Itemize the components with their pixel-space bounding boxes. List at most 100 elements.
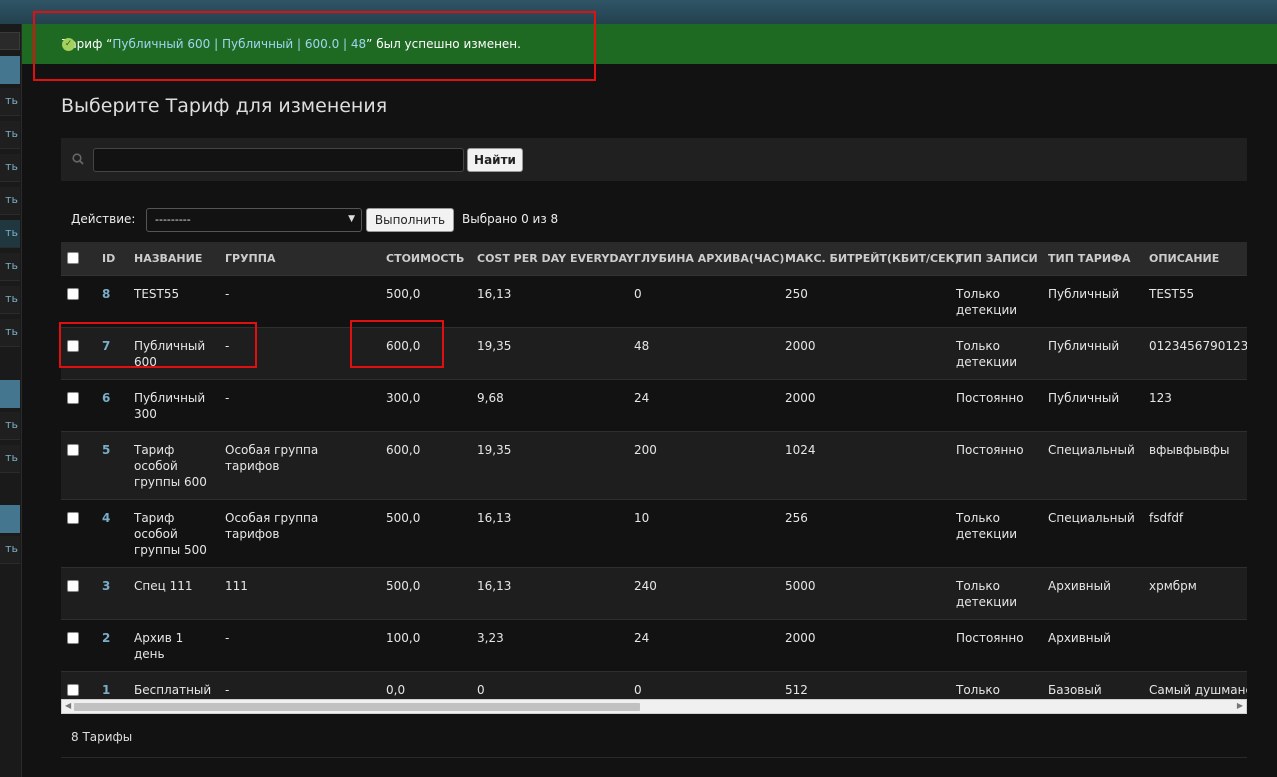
row-id-link[interactable]: 1 [102,683,110,697]
table-cell: 500,0 [380,275,471,328]
table-cell: Публичный [1042,275,1143,328]
results-table: ID НАЗВАНИЕ ГРУППА СТОИМОСТЬ COST PER DA… [61,242,1247,699]
row-checkbox[interactable] [67,443,79,456]
id-cell: 6 [96,379,128,432]
success-message: Тариф “Публичный 600 | Публичный | 600.0… [22,24,1277,64]
sidebar-item[interactable]: ть [0,286,20,314]
sidebar-item[interactable]: ть [0,412,20,440]
row-checkbox[interactable] [67,511,79,524]
table-row: 2 Архив 1 день - 100,0 3,23 24 2000 Пост… [61,619,1247,672]
sidebar-filter-input[interactable] [0,32,20,50]
sidebar-item-label: ть [5,259,18,272]
id-cell: 3 [96,567,128,620]
sidebar-item[interactable]: ть [0,154,20,182]
action-select[interactable]: --------- ▼ [146,208,362,232]
table-cell: 24 [628,619,779,672]
sidebar-item[interactable]: ть [0,187,20,215]
sidebar-item-active[interactable]: ть [0,220,20,248]
column-header[interactable]: ID [96,242,128,276]
sidebar-item[interactable]: ть [0,536,20,564]
table-cell: 0123456790123456790 [1143,327,1247,380]
table-cell: Специальный [1042,499,1143,568]
row-id-link[interactable]: 6 [102,391,110,405]
sidebar: ть ть ть ть ть ть ть ть ть ть ть [0,24,22,777]
row-checkbox[interactable] [67,683,79,696]
table-cell: Публичный [1042,379,1143,432]
row-id-link[interactable]: 5 [102,443,110,457]
selected-count: Выбрано 0 из 8 [462,212,559,226]
table-row: 4 Тариф особой группы 500 Особая группа … [61,499,1247,568]
search-icon [72,153,84,165]
sidebar-item[interactable]: ть [0,88,20,116]
table-cell: Тариф особой группы 500 [128,499,219,568]
scroll-right-icon[interactable]: ▶ [1237,701,1243,710]
table-cell: 600,0 [380,327,471,380]
scroll-left-icon[interactable]: ◀ [65,701,71,710]
search-button[interactable]: Найти [467,148,523,172]
column-header[interactable]: ТИП ЗАПИСИ [950,242,1042,276]
table-cell: 2000 [779,619,950,672]
column-header[interactable]: ОПИСАНИЕ [1143,242,1247,276]
row-select-cell [61,275,96,328]
scrollbar-thumb[interactable] [74,703,640,711]
table-cell: 19,35 [471,327,628,380]
sidebar-section-header [0,56,20,84]
row-checkbox[interactable] [67,339,79,352]
table-header-row: ID НАЗВАНИЕ ГРУППА СТОИМОСТЬ COST PER DA… [61,242,1247,276]
table-cell: Только детекции [950,567,1042,620]
message-object-link[interactable]: Публичный 600 | Публичный | 600.0 | 48 [112,37,366,51]
table-cell: - [219,379,380,432]
table-cell: 16,13 [471,499,628,568]
column-header[interactable]: СТОИМОСТЬ [380,242,471,276]
table-row: 1 Бесплатный общий - 0,0 0 0 512 Только … [61,671,1247,699]
id-cell: 7 [96,327,128,380]
message-suffix: ” был успешно изменен. [366,37,521,51]
table-cell: 48 [628,327,779,380]
row-id-link[interactable]: 2 [102,631,110,645]
table-cell: Публичный 600 [128,327,219,380]
column-header[interactable]: МАКС. БИТРЕЙТ(КБИТ/СЕК) [779,242,960,276]
horizontal-scrollbar[interactable]: ◀ ▶ [61,699,1247,714]
table-cell: Постоянно [950,619,1042,672]
table-cell: 2000 [779,327,950,380]
sidebar-item[interactable]: ть [0,121,20,149]
table-cell: 600,0 [380,431,471,500]
sidebar-item-label: ть [5,94,18,107]
sidebar-item[interactable]: ть [0,253,20,281]
column-header[interactable]: COST PER DAY EVERYDAY [471,242,634,276]
id-cell: 4 [96,499,128,568]
id-cell: 2 [96,619,128,672]
table-cell: - [219,275,380,328]
table-cell: TEST55 [1143,275,1247,328]
run-action-button[interactable]: Выполнить [366,208,454,232]
row-id-link[interactable]: 3 [102,579,110,593]
table-cell: 0 [628,671,779,699]
table-cell: хрмбрм [1143,567,1247,620]
row-checkbox[interactable] [67,631,79,644]
table-cell: Архивный [1042,567,1143,620]
sidebar-item-label: ть [5,193,18,206]
column-header[interactable]: НАЗВАНИЕ [128,242,219,276]
row-checkbox[interactable] [67,391,79,404]
row-id-link[interactable]: 7 [102,339,110,353]
search-input[interactable] [93,148,464,172]
column-header[interactable]: ГРУППА [219,242,380,276]
row-id-link[interactable]: 8 [102,287,110,301]
table-cell: Постоянно [950,379,1042,432]
table-cell: Особая группа тарифов [219,431,380,500]
success-check-icon: ✓ [62,38,75,51]
row-id-link[interactable]: 4 [102,511,110,525]
sidebar-item-label: ть [5,325,18,338]
id-cell: 5 [96,431,128,500]
sidebar-item-label: ть [5,292,18,305]
row-checkbox[interactable] [67,579,79,592]
sidebar-item[interactable]: ть [0,319,20,347]
page-title: Выберите Тариф для изменения [61,95,388,117]
table-cell: Базовый [1042,671,1143,699]
sidebar-item[interactable]: ть [0,445,20,473]
table-cell: 100,0 [380,619,471,672]
row-checkbox[interactable] [67,287,79,300]
column-header[interactable]: ГЛУБИНА АРХИВА(ЧАС) [628,242,784,276]
column-header[interactable]: ТИП ТАРИФА [1042,242,1143,276]
select-all-checkbox[interactable] [67,251,79,264]
